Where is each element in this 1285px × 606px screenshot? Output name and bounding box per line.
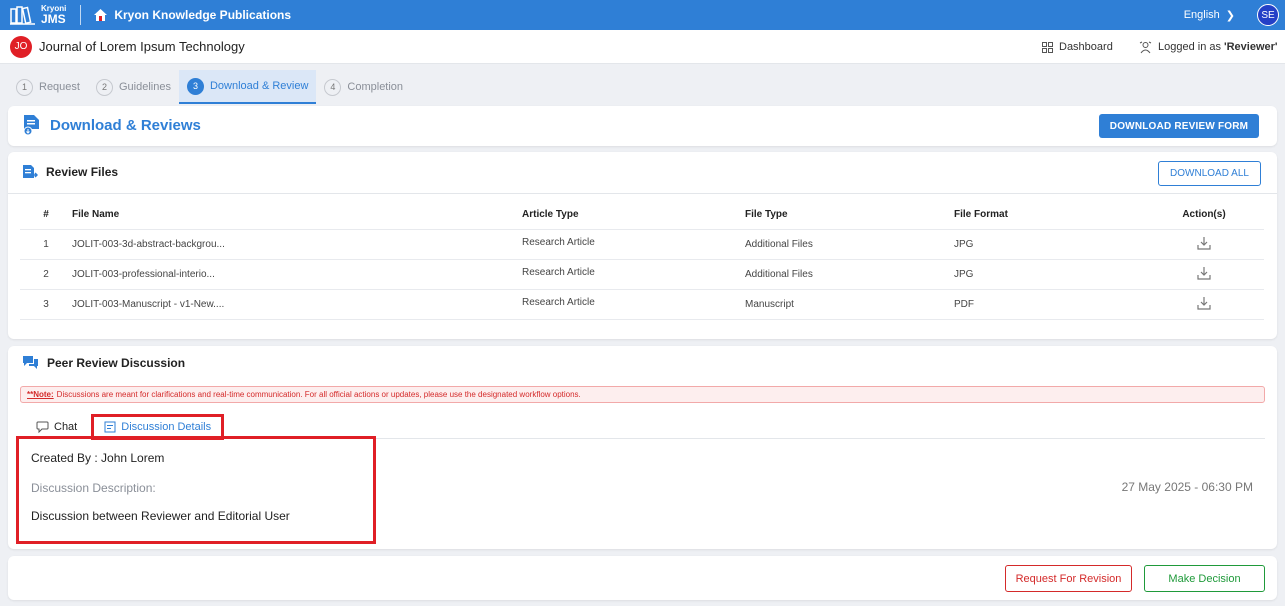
- created-by: Created By : John Lorem: [31, 451, 165, 465]
- language-label: English: [1183, 9, 1220, 21]
- column-header: File Type: [745, 200, 954, 230]
- table-row: 1 JOLIT-003-3d-abstract-backgrou... Rese…: [20, 229, 1264, 260]
- description-value: Discussion between Reviewer and Editoria…: [31, 509, 290, 523]
- page-title: Download & Reviews: [50, 116, 201, 134]
- row-number: 1: [20, 229, 72, 260]
- make-decision-button[interactable]: Make Decision: [1144, 565, 1265, 592]
- step-request[interactable]: 1 Request: [8, 70, 88, 104]
- step-label: Request: [39, 81, 80, 93]
- note-label: **Note:: [27, 390, 54, 399]
- column-header: File Format: [954, 200, 1144, 230]
- table-row: 3 JOLIT-003-Manuscript - v1-New.... Rese…: [20, 289, 1264, 320]
- download-review-form-button[interactable]: DOWNLOAD REVIEW FORM: [1099, 114, 1259, 138]
- file-type: Manuscript: [745, 289, 954, 320]
- review-files-card: Review Files DOWNLOAD ALL # File Name Ar…: [8, 152, 1277, 339]
- journal-avatar: JO: [10, 35, 32, 58]
- article-type: Research Article: [522, 236, 595, 248]
- step-label: Guidelines: [118, 81, 171, 93]
- user-switch-icon: [1139, 41, 1152, 53]
- dashboard-label: Dashboard: [1059, 41, 1113, 53]
- chat-icon: [36, 421, 49, 433]
- chevron-right-icon: ❯: [1225, 9, 1235, 22]
- step-number: 3: [186, 77, 204, 95]
- table-row: 2 JOLIT-003-professional-interio... Rese…: [20, 259, 1264, 290]
- app-logo[interactable]: Kryoni JMS: [0, 0, 66, 30]
- details-icon: [104, 421, 116, 433]
- step-number: 1: [16, 78, 33, 96]
- note-text: Discussions are meant for clarifications…: [56, 390, 581, 399]
- download-icon[interactable]: [1197, 266, 1211, 280]
- grid-icon: [1042, 41, 1053, 53]
- file-format: JPG: [954, 259, 1144, 290]
- step-download-review[interactable]: 3 Download & Review: [178, 70, 317, 104]
- chat-bubbles-icon: [23, 356, 38, 369]
- discussion-note-banner: **Note: Discussions are meant for clarif…: [20, 386, 1265, 403]
- logged-in-prefix: Logged in as: [1158, 41, 1221, 53]
- dashboard-link[interactable]: Dashboard: [1042, 30, 1113, 64]
- step-number: 2: [95, 78, 113, 96]
- file-name: JOLIT-003-professional-interio...: [72, 259, 522, 290]
- file-type: Additional Files: [745, 259, 954, 290]
- download-all-button[interactable]: DOWNLOAD ALL: [1158, 161, 1261, 186]
- column-header: File Name: [72, 200, 522, 230]
- discussion-details-panel: Created By : John Lorem Discussion Descr…: [16, 436, 376, 544]
- file-name: JOLIT-003-Manuscript - v1-New....: [72, 289, 522, 320]
- logged-in-info: Logged in as 'Reviewer': [1139, 30, 1278, 64]
- file-format: JPG: [954, 229, 1144, 260]
- download-icon[interactable]: [1197, 236, 1211, 250]
- publication-link[interactable]: Kryon Knowledge Publications: [93, 8, 291, 22]
- file-format: PDF: [954, 289, 1144, 320]
- top-bar: Kryoni JMS Kryon Knowledge Publications …: [0, 0, 1285, 30]
- language-selector[interactable]: English ❯: [1184, 0, 1235, 30]
- table-header-row: # File Name Article Type File Type File …: [20, 200, 1264, 230]
- discussion-timestamp: 27 May 2025 - 06:30 PM: [1121, 480, 1253, 494]
- file-name: JOLIT-003-3d-abstract-backgrou...: [72, 229, 522, 260]
- section-title: Peer Review Discussion: [47, 355, 186, 370]
- row-number: 3: [20, 289, 72, 320]
- document-download-icon: [23, 115, 39, 136]
- journal-title: Journal of Lorem Ipsum Technology: [39, 39, 245, 54]
- step-label: Download & Review: [209, 80, 309, 92]
- column-header: #: [20, 200, 72, 230]
- step-completion[interactable]: 4 Completion: [316, 70, 411, 104]
- description-label: Discussion Description:: [31, 481, 156, 495]
- section-title: Review Files: [46, 165, 119, 179]
- step-label: Completion: [347, 81, 404, 93]
- download-header-card: Download & Reviews DOWNLOAD REVIEW FORM: [8, 106, 1277, 146]
- tab-label: Chat: [54, 421, 78, 433]
- home-icon: [94, 9, 108, 21]
- journal-bar: JO Journal of Lorem Ipsum Technology Das…: [0, 30, 1285, 64]
- review-files-table: # File Name Article Type File Type File …: [20, 200, 1264, 320]
- article-type: Research Article: [522, 296, 595, 308]
- file-type: Additional Files: [745, 229, 954, 260]
- step-guidelines[interactable]: 2 Guidelines: [88, 70, 179, 104]
- download-icon[interactable]: [1197, 296, 1211, 310]
- row-number: 2: [20, 259, 72, 290]
- column-header: Action(s): [1144, 200, 1264, 230]
- request-revision-button[interactable]: Request For Revision: [1005, 565, 1132, 592]
- tab-label: Discussion Details: [121, 421, 212, 433]
- divider: [80, 5, 82, 25]
- action-footer: Request For Revision Make Decision: [8, 556, 1277, 600]
- divider: [8, 193, 1277, 194]
- file-export-icon: [23, 165, 38, 178]
- user-avatar[interactable]: SE: [1257, 4, 1279, 26]
- books-logo-icon: [10, 6, 35, 25]
- column-header: Article Type: [522, 200, 745, 230]
- publication-name: Kryon Knowledge Publications: [114, 8, 292, 22]
- workflow-stepper: 1 Request 2 Guidelines 3 Download & Revi…: [8, 70, 411, 104]
- step-number: 4: [324, 78, 342, 96]
- logged-in-role: 'Reviewer': [1224, 41, 1278, 53]
- article-type: Research Article: [522, 266, 595, 278]
- peer-review-card: Peer Review Discussion **Note: Discussio…: [8, 346, 1277, 549]
- brand-name: JMS: [41, 12, 66, 26]
